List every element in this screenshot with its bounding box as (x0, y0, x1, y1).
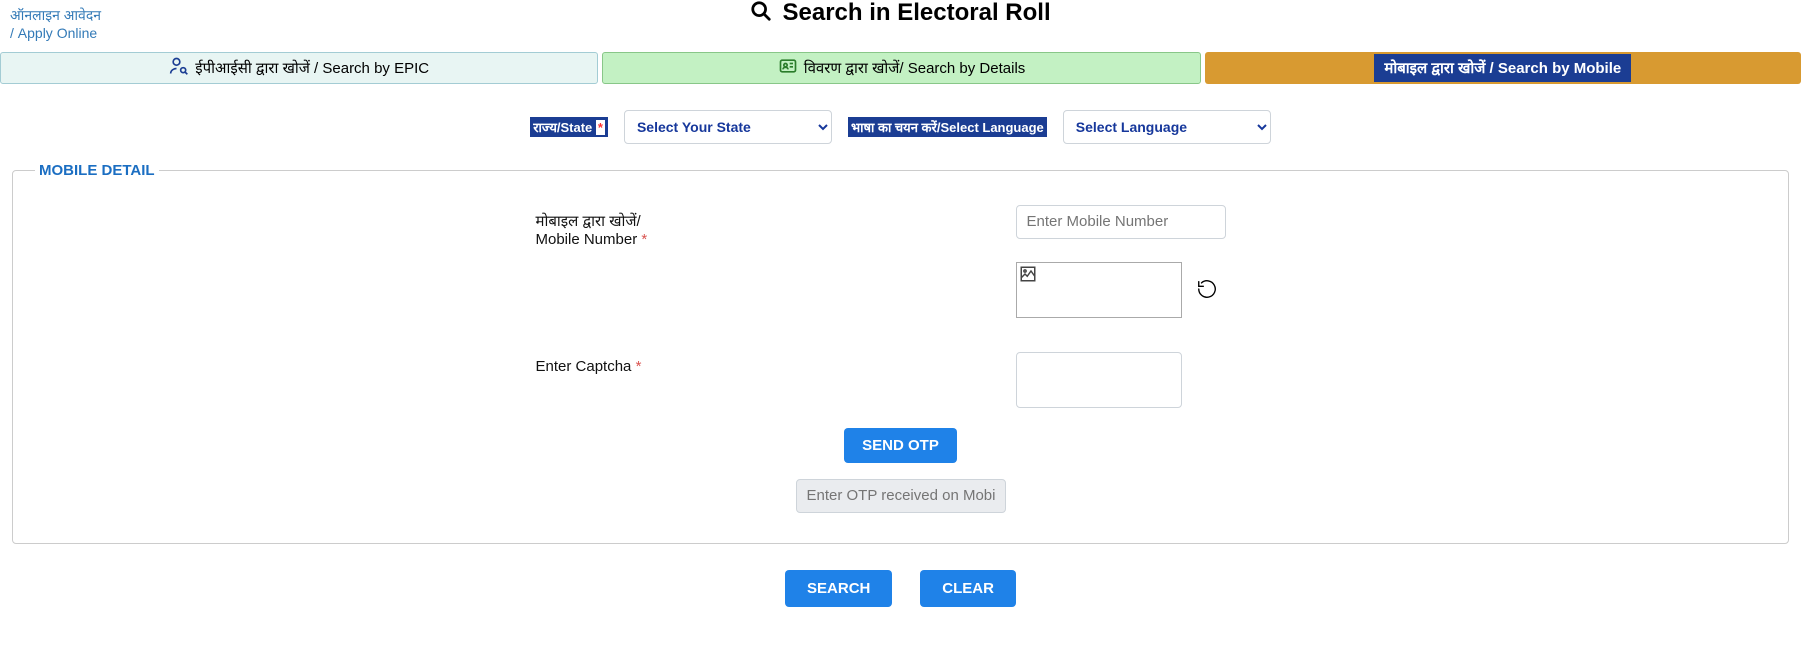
state-label: राज्य/State * (530, 117, 608, 137)
language-label: भाषा का चयन करें/Select Language (848, 117, 1047, 137)
language-select[interactable]: Select Language (1063, 110, 1271, 144)
page-title: Search in Electoral Roll (750, 0, 1050, 26)
page-title-text: Search in Electoral Roll (783, 0, 1051, 26)
mobile-number-row: मोबाइल द्वारा खोजें/ Mobile Number * (536, 199, 1266, 254)
captcha-image-row (536, 262, 1266, 318)
captcha-label: Enter Captcha * (536, 352, 1016, 375)
captcha-input[interactable] (1016, 352, 1182, 408)
state-select[interactable]: Select Your State (624, 110, 832, 144)
tab-epic-label: ईपीआईसी द्वारा खोजें / Search by EPIC (195, 58, 429, 78)
id-card-icon (778, 56, 798, 80)
person-search-icon (169, 56, 189, 80)
send-otp-button[interactable]: SEND OTP (844, 428, 957, 463)
captcha-image (1016, 262, 1182, 318)
broken-image-icon (1017, 263, 1039, 290)
mobile-detail-fieldset: MOBILE DETAIL मोबाइल द्वारा खोजें/ Mobil… (12, 162, 1789, 544)
tab-mobile[interactable]: मोबाइल द्वारा खोजें / Search by Mobile (1205, 52, 1801, 84)
tab-details-label: विवरण द्वारा खोजें/ Search by Details (804, 58, 1026, 78)
refresh-captcha-icon[interactable] (1196, 278, 1218, 318)
otp-input (796, 479, 1006, 513)
selectors-row: राज्य/State * Select Your State भाषा का … (0, 110, 1801, 144)
bottom-buttons: SEARCH CLEAR (0, 570, 1801, 607)
otp-row (19, 479, 1782, 513)
tabs: ईपीआईसी द्वारा खोजें / Search by EPIC वि… (0, 52, 1801, 84)
apply-online-hi: ऑनलाइन आवेदन (10, 7, 101, 23)
page-title-wrap: Search in Electoral Roll (0, 0, 1801, 28)
mobile-number-label: मोबाइल द्वारा खोजें/ Mobile Number * (536, 205, 1016, 248)
mobile-number-input[interactable] (1016, 205, 1226, 239)
required-asterisk: * (641, 231, 647, 248)
apply-online-en: / Apply Online (10, 25, 97, 41)
required-asterisk: * (636, 358, 642, 375)
search-icon (750, 2, 778, 27)
send-otp-row: SEND OTP (19, 428, 1782, 463)
required-asterisk: * (596, 120, 605, 135)
search-button[interactable]: SEARCH (785, 570, 892, 607)
captcha-input-row: Enter Captcha * (536, 346, 1266, 414)
clear-button[interactable]: CLEAR (920, 570, 1016, 607)
tab-mobile-label: मोबाइल द्वारा खोजें / Search by Mobile (1374, 54, 1631, 82)
fieldset-legend: MOBILE DETAIL (35, 162, 159, 179)
tab-details[interactable]: विवरण द्वारा खोजें/ Search by Details (602, 52, 1200, 84)
tab-epic[interactable]: ईपीआईसी द्वारा खोजें / Search by EPIC (0, 52, 598, 84)
